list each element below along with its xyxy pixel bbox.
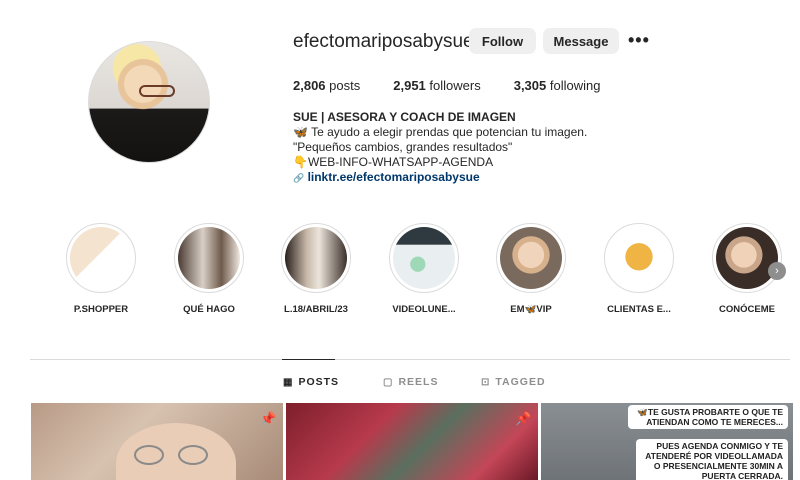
highlight-item[interactable]: VIDEOLUNE... — [389, 223, 459, 315]
post-photo-face — [116, 423, 236, 480]
bio-line-1: 🦋 Te ayudo a elegir prendas que potencia… — [293, 125, 587, 140]
pin-icon: 📌 — [515, 411, 532, 426]
more-options-icon[interactable]: ••• — [628, 30, 650, 51]
tab-tagged-label: TAGGED — [495, 376, 546, 388]
tagged-icon: ⊡ — [481, 376, 491, 388]
highlight-item[interactable]: L.18/ABRIL/23 — [281, 223, 351, 315]
story-highlights: P.SHOPPER QUÉ HAGO L.18/ABRIL/23 VIDEOLU… — [66, 223, 796, 323]
profile-bio: SUE | ASESORA Y COACH DE IMAGEN 🦋 Te ayu… — [293, 110, 587, 186]
highlight-ring — [389, 223, 459, 293]
bio-link[interactable]: linktr.ee/efectomariposabysue — [308, 170, 480, 184]
highlight-ring — [66, 223, 136, 293]
tab-posts[interactable]: ▦ POSTS — [283, 376, 339, 388]
following-stat[interactable]: 3,305 following — [514, 78, 601, 93]
highlights-next-icon[interactable]: › — [768, 262, 786, 280]
glasses-lens — [134, 445, 164, 465]
posts-stat[interactable]: 2,806 posts — [293, 78, 360, 93]
bio-link-row[interactable]: 🔗 linktr.ee/efectomariposabysue — [293, 170, 587, 186]
highlight-item[interactable]: QUÉ HAGO — [174, 223, 244, 315]
post-thumbnail[interactable]: 🦋TE GUSTA PROBARTE O QUE TE ATIENDAN COM… — [541, 403, 793, 480]
pointing-down-icon: 👇 — [293, 155, 308, 169]
highlight-label: QUÉ HAGO — [183, 304, 235, 315]
followers-count: 2,951 — [393, 78, 426, 93]
highlight-label: EM🦋VIP — [510, 304, 552, 315]
highlight-cover — [393, 227, 455, 289]
posts-label: posts — [329, 78, 361, 93]
profile-stats: 2,806 posts 2,951 followers 3,305 follow… — [293, 78, 633, 93]
bio-line-3-text: WEB-INFO-WHATSAPP-AGENDA — [307, 155, 494, 169]
bio-line-3: 👇WEB-INFO-WHATSAPP-AGENDA — [293, 155, 587, 170]
tab-reels[interactable]: ▢ REELS — [383, 376, 438, 388]
profile-username: efectomariposabysue — [293, 31, 474, 52]
bio-line-1-text: Te ayudo a elegir prendas que potencian … — [311, 125, 588, 139]
avatar-glasses-detail — [139, 85, 175, 97]
highlight-ring — [281, 223, 351, 293]
followers-label: followers — [429, 78, 481, 93]
tab-reels-label: REELS — [398, 376, 439, 388]
highlight-cover — [500, 227, 562, 289]
active-tab-indicator — [282, 359, 335, 360]
highlight-ring — [712, 223, 782, 293]
highlight-cover — [716, 227, 778, 289]
link-icon: 🔗 — [293, 173, 305, 183]
highlight-cover — [178, 227, 240, 289]
pin-icon: 📌 — [260, 411, 277, 426]
highlight-ring — [496, 223, 566, 293]
followers-stat[interactable]: 2,951 followers — [393, 78, 480, 93]
highlight-label: VIDEOLUNE... — [392, 304, 456, 315]
reels-icon: ▢ — [383, 376, 394, 388]
post-thumbnail[interactable]: 📌 — [31, 403, 283, 480]
bio-name: SUE | ASESORA Y COACH DE IMAGEN — [293, 110, 516, 124]
butterfly-icon: 🦋 — [293, 125, 308, 139]
highlight-label: P.SHOPPER — [73, 304, 129, 315]
post-caption-overlay: PUES AGENDA CONMIGO Y TE ATENDERÉ POR VI… — [636, 439, 788, 480]
highlight-cover — [285, 227, 347, 289]
post-caption-overlay: 🦋TE GUSTA PROBARTE O QUE TE ATIENDAN COM… — [628, 405, 788, 429]
highlight-label: CONÓCEME — [719, 304, 775, 315]
tabs-divider — [30, 359, 790, 360]
posts-count: 2,806 — [293, 78, 326, 93]
highlight-ring — [604, 223, 674, 293]
glasses-lens — [178, 445, 208, 465]
highlight-item[interactable]: EM🦋VIP — [496, 223, 566, 315]
tab-tagged[interactable]: ⊡ TAGGED — [481, 376, 546, 388]
tab-posts-label: POSTS — [298, 376, 340, 388]
highlight-label: L.18/ABRIL/23 — [284, 304, 348, 315]
message-button[interactable]: Message — [543, 28, 619, 54]
following-label: following — [549, 78, 601, 93]
highlight-ring — [174, 223, 244, 293]
following-count: 3,305 — [513, 78, 547, 93]
highlight-item[interactable]: P.SHOPPER — [66, 223, 136, 315]
follow-button[interactable]: Follow — [469, 28, 536, 54]
highlight-item[interactable]: CLIENTAS E... — [604, 223, 674, 315]
post-thumbnail[interactable]: 📌 — [286, 403, 538, 480]
highlight-label: CLIENTAS E... — [607, 304, 671, 315]
highlight-cover — [608, 227, 670, 289]
bio-line-2: "Pequeños cambios, grandes resultados" — [293, 140, 513, 154]
highlight-cover — [70, 227, 132, 289]
grid-icon: ▦ — [283, 376, 294, 388]
profile-avatar[interactable] — [88, 41, 210, 163]
